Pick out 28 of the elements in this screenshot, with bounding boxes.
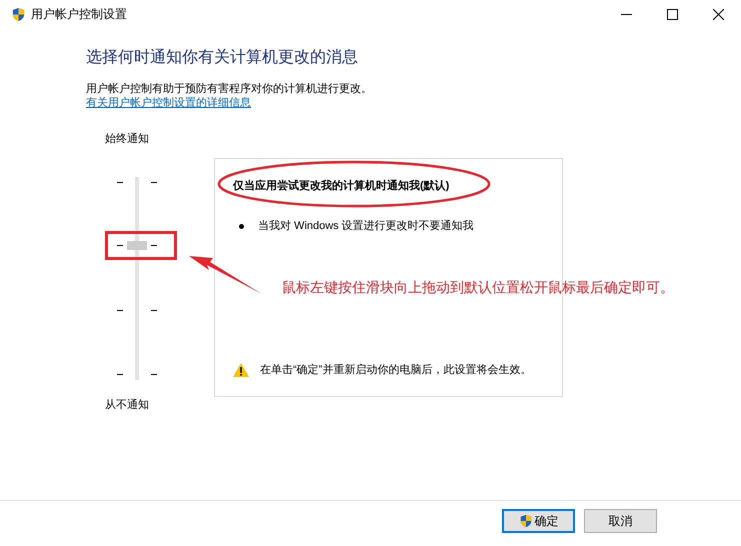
top-label: 始终通知 bbox=[105, 132, 149, 146]
tick-mark bbox=[117, 182, 123, 183]
tick-mark bbox=[151, 245, 157, 246]
ok-button[interactable]: 确定 bbox=[502, 509, 575, 533]
bottom-label: 从不通知 bbox=[105, 398, 149, 412]
tick-mark bbox=[117, 245, 123, 246]
heading: 选择何时通知你有关计算机更改的消息 bbox=[86, 48, 358, 68]
maximize-icon bbox=[666, 8, 678, 20]
close-icon bbox=[712, 8, 724, 20]
tick-mark bbox=[151, 310, 157, 311]
warning-icon bbox=[233, 363, 249, 377]
shield-icon bbox=[11, 6, 26, 22]
note-text: 在单击“确定”并重新启动你的电脑后，此设置将会生效。 bbox=[260, 362, 532, 378]
tick-mark bbox=[151, 374, 157, 375]
tick-mark bbox=[151, 182, 157, 183]
tick-mark bbox=[117, 374, 123, 375]
bullet-text: 当我对 Windows 设置进行更改时不要通知我 bbox=[258, 219, 474, 233]
window-title: 用户帐户控制设置 bbox=[31, 6, 127, 23]
cancel-button[interactable]: 取消 bbox=[584, 509, 657, 533]
bullet-icon bbox=[239, 224, 244, 228]
panel-title: 仅当应用尝试更改我的计算机时通知我(默认) bbox=[233, 179, 450, 193]
description: 用户帐户控制有助于预防有害程序对你的计算机进行更改。 bbox=[86, 82, 372, 96]
tick-mark bbox=[117, 310, 123, 311]
details-link[interactable]: 有关用户帐户控制设置的详细信息 bbox=[86, 96, 251, 110]
annotation-rectangle bbox=[105, 231, 177, 260]
annotation-text: 鼠标左键按住滑块向上拖动到默认位置松开鼠标最后确定即可。 bbox=[282, 278, 674, 296]
shield-icon bbox=[518, 514, 532, 528]
slider-thumb[interactable] bbox=[127, 241, 147, 250]
